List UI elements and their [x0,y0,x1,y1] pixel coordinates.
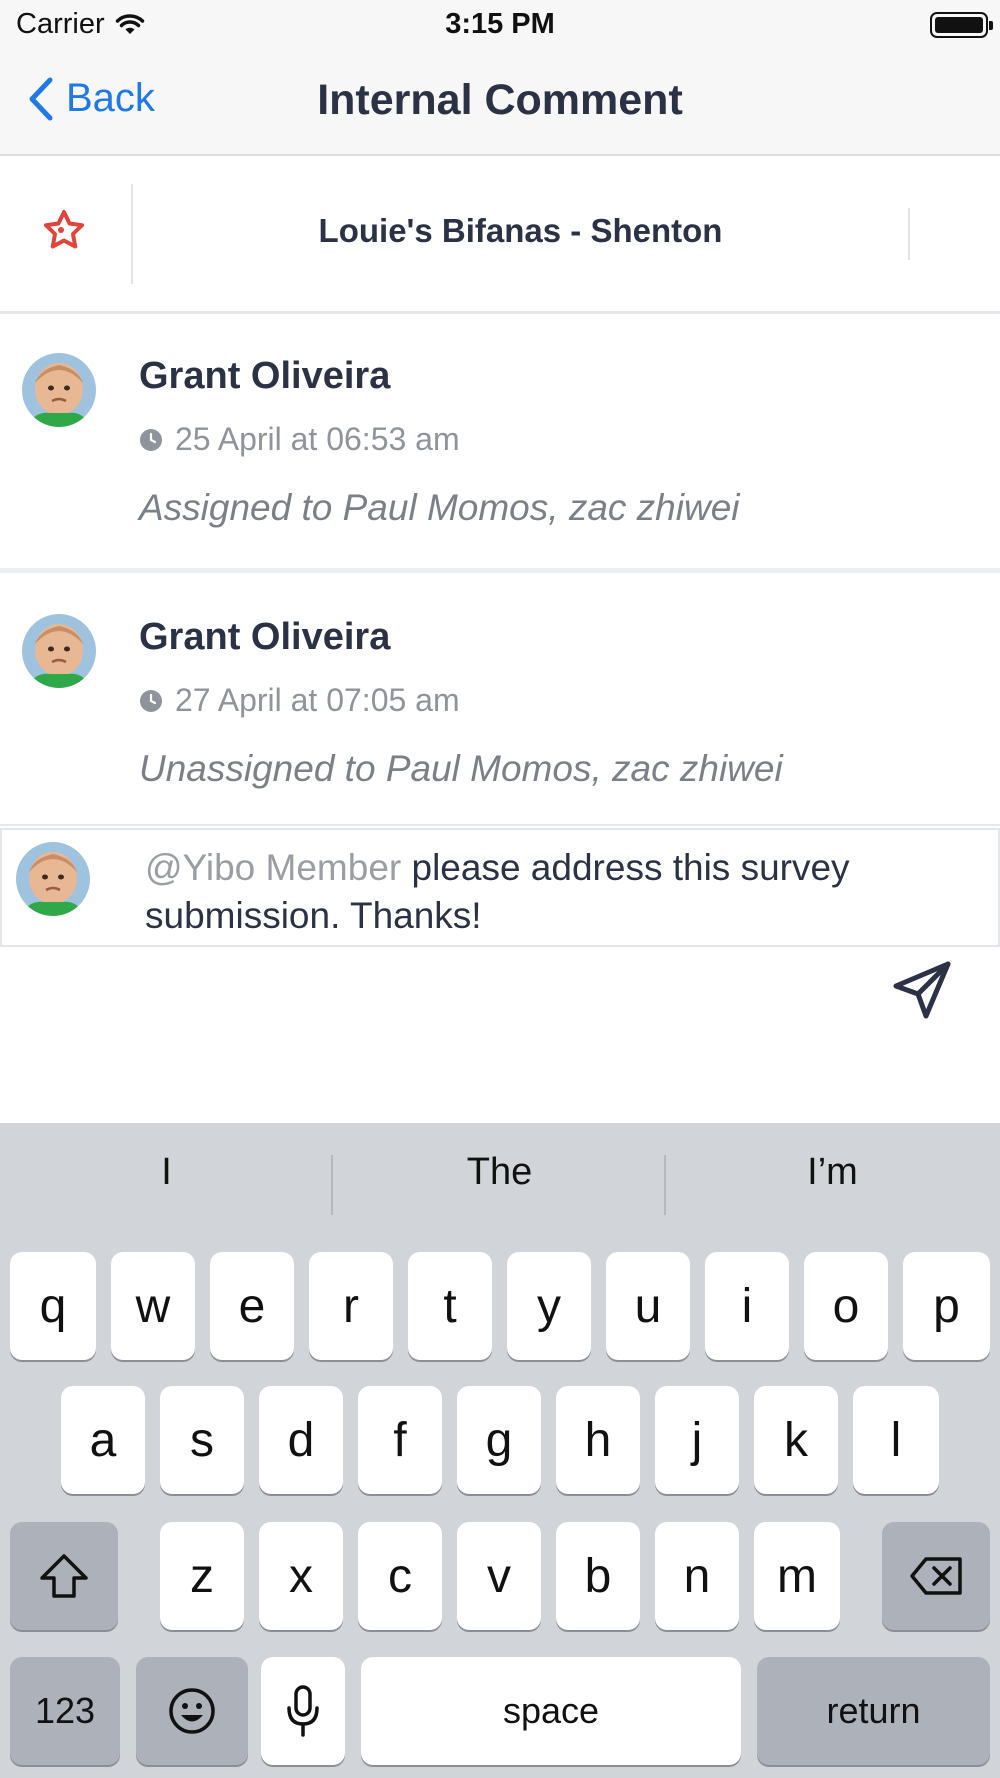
key-a[interactable]: a [61,1386,145,1494]
mention-tag: @Yibo Member [145,847,402,888]
avatar [22,614,96,688]
key-i[interactable]: i [705,1252,789,1360]
page-title: Internal Comment [317,76,683,124]
key-l[interactable]: l [853,1386,939,1494]
key-o[interactable]: o [804,1252,888,1360]
comment-timestamp: 25 April at 06:53 am [139,421,460,458]
status-bar: Carrier 3:15 PM [0,0,1000,50]
key-k[interactable]: k [754,1386,838,1494]
suggestion-item[interactable]: I [0,1151,333,1194]
send-button[interactable] [890,958,954,1027]
comment-composer[interactable]: @Yibo Member please address this survey … [0,828,1000,947]
comment-timestamp: 27 April at 07:05 am [139,682,460,719]
microphone-icon [287,1685,319,1737]
store-header: Louie's Bifanas - Shenton [0,156,1000,314]
key-r[interactable]: r [309,1252,393,1360]
shift-icon [40,1554,88,1598]
avatar [22,353,96,427]
key-c[interactable]: c [358,1522,442,1630]
space-key[interactable]: space [361,1657,741,1765]
key-p[interactable]: p [903,1252,990,1360]
key-j[interactable]: j [655,1386,739,1494]
comment-text: Assigned to Paul Momos, zac zhiwei [139,487,740,528]
comment-item: Grant Oliveira 25 April at 06:53 am Assi… [0,317,1000,573]
avatar [16,842,90,916]
key-b[interactable]: b [556,1522,640,1630]
key-q[interactable]: q [10,1252,96,1360]
key-h[interactable]: h [556,1386,640,1494]
comment-time-label: 25 April at 06:53 am [175,421,460,457]
comment-author: Grant Oliveira [139,355,391,397]
backspace-icon [910,1557,962,1595]
comment-item: Grant Oliveira 27 April at 07:05 am Unas… [0,578,1000,826]
key-s[interactable]: s [160,1386,244,1494]
dictation-key[interactable] [261,1657,345,1765]
store-name[interactable]: Louie's Bifanas - Shenton [133,212,908,250]
emoji-icon [169,1688,215,1734]
suggestion-item[interactable]: I’m [666,1151,999,1194]
battery-icon [930,12,993,38]
key-v[interactable]: v [457,1522,541,1630]
key-f[interactable]: f [358,1386,442,1494]
comment-time-label: 27 April at 07:05 am [175,682,460,718]
comment-text: Unassigned to Paul Momos, zac zhiwei [139,748,783,789]
clock-icon [140,689,162,712]
emoji-key[interactable] [136,1657,248,1765]
shift-key[interactable] [10,1522,118,1630]
clock-icon [140,428,162,451]
send-icon [893,961,951,1019]
comment-author: Grant Oliveira [139,616,391,658]
key-d[interactable]: d [259,1386,343,1494]
key-e[interactable]: e [210,1252,294,1360]
on-screen-keyboard: I The I’m q w e r t y u i o p a s d f g … [0,1123,1000,1778]
key-w[interactable]: w [111,1252,195,1360]
divider [908,208,910,260]
key-t[interactable]: t [408,1252,492,1360]
suggestion-item[interactable]: The [333,1151,666,1194]
key-z[interactable]: z [160,1522,244,1630]
store-star-icon [40,208,88,259]
numbers-key[interactable]: 123 [10,1657,120,1765]
key-u[interactable]: u [606,1252,690,1360]
delete-key[interactable] [882,1522,990,1630]
key-y[interactable]: y [507,1252,591,1360]
key-g[interactable]: g [457,1386,541,1494]
key-n[interactable]: n [655,1522,739,1630]
return-key[interactable]: return [757,1657,990,1765]
navigation-bar: Back Internal Comment [0,50,1000,156]
key-x[interactable]: x [259,1522,343,1630]
key-m[interactable]: m [754,1522,840,1630]
suggestion-bar: I The I’m [0,1123,1000,1243]
comment-input[interactable]: @Yibo Member please address this survey … [145,844,975,940]
status-time: 3:15 PM [445,8,555,40]
